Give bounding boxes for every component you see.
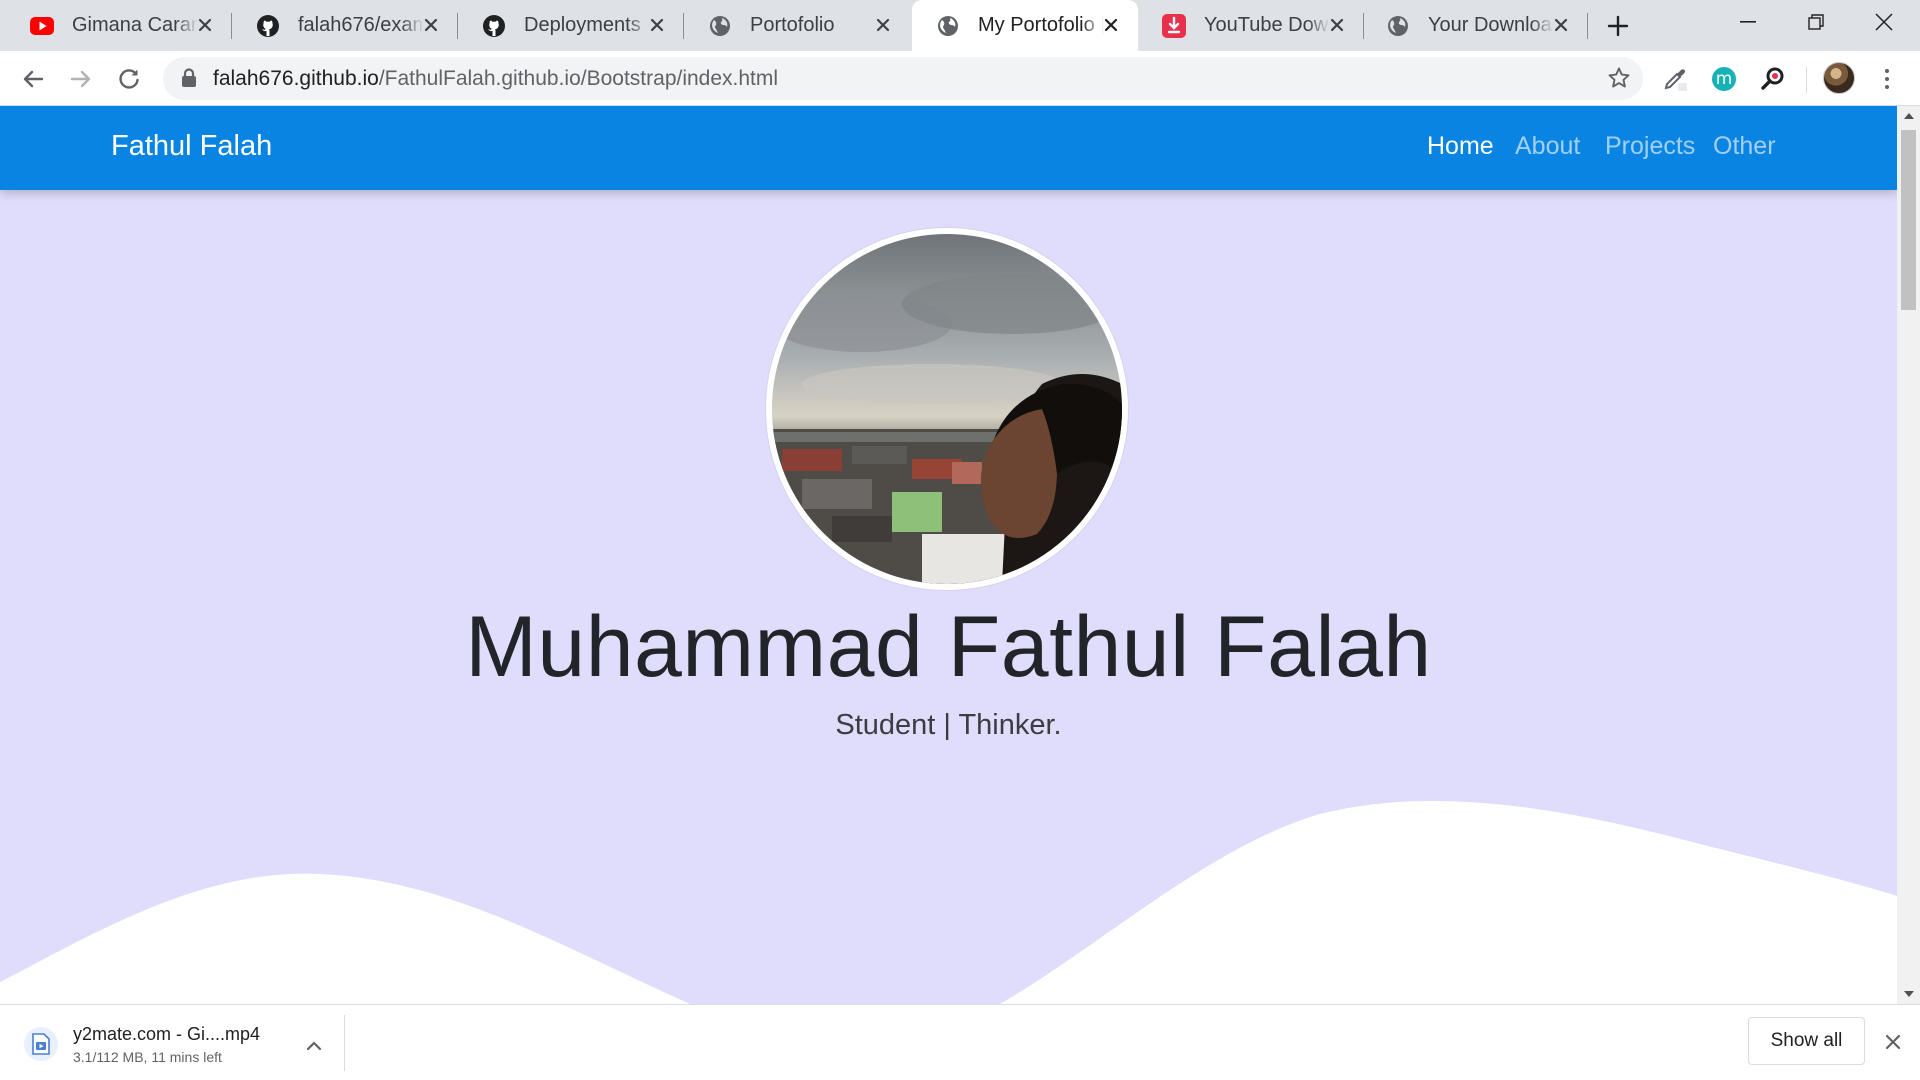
globe-icon	[936, 14, 960, 38]
tab-title: falah676/example	[298, 14, 424, 36]
bookmark-star-icon[interactable]	[1607, 66, 1631, 95]
minimize-button[interactable]	[1718, 0, 1778, 44]
nav-link-other[interactable]: Other	[1713, 132, 1776, 161]
tab-title: Deployments · falah676	[524, 14, 650, 36]
profile-photo	[766, 228, 1128, 590]
download-shelf: y2mate.com - Gi....mp4 3.1/112 MB, 11 mi…	[0, 1004, 1920, 1080]
close-shelf-icon[interactable]	[1880, 1029, 1906, 1055]
download-icon	[1162, 13, 1186, 38]
tab-portofolio[interactable]: Portofolio	[684, 0, 910, 51]
github-icon	[482, 14, 506, 38]
close-icon[interactable]	[1100, 14, 1122, 36]
back-button[interactable]	[18, 64, 48, 94]
browser-toolbar: falah676.github.io/FathulFalah.github.io…	[0, 51, 1920, 106]
close-icon[interactable]	[420, 14, 442, 36]
eyedropper-icon[interactable]	[1660, 64, 1690, 94]
url-path: /FathulFalah.github.io/Bootstrap/index.h…	[378, 67, 779, 90]
page-scrollbar[interactable]	[1897, 106, 1920, 1004]
forward-button[interactable]	[66, 64, 96, 94]
download-status: 3.1/112 MB, 11 mins left	[73, 1049, 222, 1065]
tab-youtube-downloader[interactable]: YouTube Downloader	[1138, 0, 1364, 51]
shelf-separator	[344, 1015, 345, 1071]
tab-title: Gimana Caranya	[72, 14, 198, 36]
address-bar[interactable]: falah676.github.io/FathulFalah.github.io…	[163, 57, 1643, 100]
globe-icon	[1386, 14, 1410, 38]
globe-icon	[708, 14, 732, 38]
toolbar-separator	[1806, 67, 1807, 93]
chevron-up-icon[interactable]	[302, 1033, 326, 1057]
tab-title: My Portofolio | Fathul	[978, 14, 1104, 36]
url-text[interactable]: falah676.github.io/FathulFalah.github.io…	[213, 67, 778, 91]
site-navbar: Fathul Falah Home About Projects Other	[0, 106, 1897, 190]
github-icon	[256, 14, 280, 38]
tab-falah676-example[interactable]: falah676/example	[232, 0, 458, 51]
show-all-button[interactable]: Show all	[1748, 1017, 1865, 1065]
m-extension-icon[interactable]: m	[1709, 64, 1739, 94]
tab-deployments[interactable]: Deployments · falah676	[458, 0, 684, 51]
browser-menu-button[interactable]	[1877, 64, 1897, 94]
page-viewport: Fathul Falah Home About Projects Other M…	[0, 106, 1897, 1004]
tab-title: Your Download	[1428, 14, 1554, 36]
close-icon[interactable]	[872, 14, 894, 36]
hero-name: Muhammad Fathul Falah	[465, 599, 1432, 695]
new-tab-button[interactable]	[1604, 12, 1632, 40]
nav-link-home[interactable]: Home	[1427, 132, 1494, 161]
reload-button[interactable]	[114, 64, 144, 94]
site-brand[interactable]: Fathul Falah	[111, 130, 272, 163]
nav-link-projects[interactable]: Projects	[1605, 132, 1695, 161]
scrollbar-thumb[interactable]	[1901, 130, 1916, 310]
close-window-button[interactable]	[1854, 0, 1914, 44]
hero-tagline: Student | Thinker.	[835, 709, 1062, 741]
lock-icon[interactable]	[181, 68, 197, 93]
close-icon[interactable]	[1550, 14, 1572, 36]
close-icon[interactable]	[194, 14, 216, 36]
url-host: falah676.github.io	[213, 67, 379, 90]
tab-strip: Gimana Caranya falah676/example Deployme…	[0, 0, 1920, 51]
profile-avatar[interactable]	[1823, 62, 1855, 94]
nav-link-about[interactable]: About	[1515, 132, 1580, 161]
tab-my-portofolio[interactable]: My Portofolio | Fathul	[912, 0, 1138, 51]
close-icon[interactable]	[646, 14, 668, 36]
restore-button[interactable]	[1786, 0, 1846, 44]
tab-separator	[1587, 13, 1588, 39]
close-icon[interactable]	[1326, 14, 1348, 36]
scroll-down-arrow-icon[interactable]	[1897, 984, 1920, 1004]
tab-your-download[interactable]: Your Download	[1362, 0, 1588, 51]
tab-gimana-caranya[interactable]: Gimana Caranya	[6, 0, 232, 51]
youtube-icon	[30, 14, 54, 38]
tab-title: YouTube Downloader	[1204, 14, 1330, 36]
video-file-icon	[24, 1027, 58, 1061]
download-item[interactable]: y2mate.com - Gi....mp4 3.1/112 MB, 11 mi…	[18, 1017, 344, 1071]
scroll-up-arrow-icon[interactable]	[1897, 106, 1920, 126]
download-filename: y2mate.com - Gi....mp4	[73, 1024, 261, 1044]
tab-title: Portofolio	[750, 14, 835, 36]
search-extension-icon[interactable]	[1758, 64, 1788, 94]
